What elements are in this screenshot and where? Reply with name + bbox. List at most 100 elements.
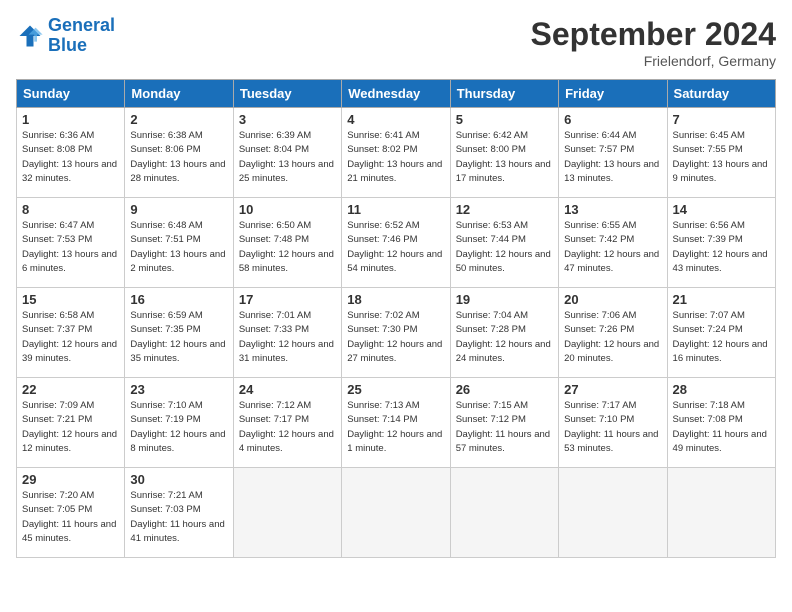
day-info: Sunrise: 6:45 AMSunset: 7:55 PMDaylight:…	[673, 129, 770, 186]
weekday-header-saturday: Saturday	[667, 80, 775, 108]
header: General Blue September 2024 Frielendorf,…	[16, 16, 776, 69]
day-info: Sunrise: 7:01 AMSunset: 7:33 PMDaylight:…	[239, 309, 336, 366]
calendar-cell	[667, 468, 775, 558]
calendar-cell: 18Sunrise: 7:02 AMSunset: 7:30 PMDayligh…	[342, 288, 450, 378]
day-info: Sunrise: 7:06 AMSunset: 7:26 PMDaylight:…	[564, 309, 661, 366]
calendar-cell: 2Sunrise: 6:38 AMSunset: 8:06 PMDaylight…	[125, 108, 233, 198]
day-number: 5	[456, 112, 553, 127]
day-number: 20	[564, 292, 661, 307]
month-title: September 2024	[531, 16, 776, 53]
day-number: 19	[456, 292, 553, 307]
day-info: Sunrise: 6:44 AMSunset: 7:57 PMDaylight:…	[564, 129, 661, 186]
calendar-cell: 20 Sunrise: 7:06 AMSunset: 7:26 PMDayligh…	[559, 288, 667, 378]
weekday-header-row: SundayMondayTuesdayWednesdayThursdayFrid…	[17, 80, 776, 108]
calendar-cell: 29Sunrise: 7:20 AMSunset: 7:05 PMDayligh…	[17, 468, 125, 558]
calendar-cell: 12Sunrise: 6:53 AMSunset: 7:44 PMDayligh…	[450, 198, 558, 288]
weekday-header-tuesday: Tuesday	[233, 80, 341, 108]
calendar: SundayMondayTuesdayWednesdayThursdayFrid…	[16, 79, 776, 558]
calendar-cell	[233, 468, 341, 558]
day-info: Sunrise: 6:53 AMSunset: 7:44 PMDaylight:…	[456, 219, 553, 276]
location-title: Frielendorf, Germany	[531, 53, 776, 69]
calendar-cell: 15Sunrise: 6:58 AMSunset: 7:37 PMDayligh…	[17, 288, 125, 378]
day-info: Sunrise: 6:55 AMSunset: 7:42 PMDaylight:…	[564, 219, 661, 276]
weekday-header-sunday: Sunday	[17, 80, 125, 108]
day-info: Sunrise: 7:12 AMSunset: 7:17 PMDaylight:…	[239, 399, 336, 456]
day-info: Sunrise: 7:09 AMSunset: 7:21 PMDaylight:…	[22, 399, 119, 456]
calendar-cell: 10 Sunrise: 6:50 AMSunset: 7:48 PMDayligh…	[233, 198, 341, 288]
weekday-header-friday: Friday	[559, 80, 667, 108]
logo: General Blue	[16, 16, 115, 56]
day-number: 24	[239, 382, 336, 397]
day-info: Sunrise: 6:58 AMSunset: 7:37 PMDaylight:…	[22, 309, 119, 366]
calendar-cell: 26Sunrise: 7:15 AMSunset: 7:12 PMDayligh…	[450, 378, 558, 468]
calendar-cell: 21 Sunrise: 7:07 AMSunset: 7:24 PMDayligh…	[667, 288, 775, 378]
day-info: Sunrise: 6:50 AMSunset: 7:48 PMDaylight:…	[239, 219, 336, 276]
calendar-cell: 23 Sunrise: 7:10 AMSunset: 7:19 PMDayligh…	[125, 378, 233, 468]
day-info: Sunrise: 6:52 AMSunset: 7:46 PMDaylight:…	[347, 219, 444, 276]
day-info: Sunrise: 6:42 AMSunset: 8:00 PMDaylight:…	[456, 129, 553, 186]
logo-icon	[16, 22, 44, 50]
calendar-cell: 24 Sunrise: 7:12 AMSunset: 7:17 PMDayligh…	[233, 378, 341, 468]
week-row-2: 15Sunrise: 6:58 AMSunset: 7:37 PMDayligh…	[17, 288, 776, 378]
title-area: September 2024 Frielendorf, Germany	[531, 16, 776, 69]
calendar-cell	[450, 468, 558, 558]
day-number: 7	[673, 112, 770, 127]
day-info: Sunrise: 6:36 AMSunset: 8:08 PMDaylight:…	[22, 129, 119, 186]
week-row-0: 1 Sunrise: 6:36 AMSunset: 8:08 PMDaylight…	[17, 108, 776, 198]
calendar-cell: 22Sunrise: 7:09 AMSunset: 7:21 PMDayligh…	[17, 378, 125, 468]
calendar-cell: 3 Sunrise: 6:39 AMSunset: 8:04 PMDaylight…	[233, 108, 341, 198]
day-info: Sunrise: 7:07 AMSunset: 7:24 PMDaylight:…	[673, 309, 770, 366]
calendar-cell: 13 Sunrise: 6:55 AMSunset: 7:42 PMDayligh…	[559, 198, 667, 288]
day-info: Sunrise: 6:59 AMSunset: 7:35 PMDaylight:…	[130, 309, 227, 366]
day-number: 16	[130, 292, 227, 307]
day-info: Sunrise: 7:04 AMSunset: 7:28 PMDaylight:…	[456, 309, 553, 366]
calendar-cell: 17Sunrise: 7:01 AMSunset: 7:33 PMDayligh…	[233, 288, 341, 378]
calendar-cell	[559, 468, 667, 558]
day-number: 14	[673, 202, 770, 217]
day-number: 2	[130, 112, 227, 127]
day-number: 10	[239, 202, 336, 217]
day-number: 8	[22, 202, 119, 217]
day-number: 6	[564, 112, 661, 127]
calendar-cell: 27 Sunrise: 7:17 AMSunset: 7:10 PMDayligh…	[559, 378, 667, 468]
week-row-3: 22Sunrise: 7:09 AMSunset: 7:21 PMDayligh…	[17, 378, 776, 468]
day-info: Sunrise: 7:18 AMSunset: 7:08 PMDaylight:…	[673, 399, 770, 456]
calendar-cell: 1 Sunrise: 6:36 AMSunset: 8:08 PMDaylight…	[17, 108, 125, 198]
calendar-cell: 6 Sunrise: 6:44 AMSunset: 7:57 PMDaylight…	[559, 108, 667, 198]
calendar-cell: 19 Sunrise: 7:04 AMSunset: 7:28 PMDayligh…	[450, 288, 558, 378]
week-row-1: 8Sunrise: 6:47 AMSunset: 7:53 PMDaylight…	[17, 198, 776, 288]
weekday-header-monday: Monday	[125, 80, 233, 108]
day-number: 30	[130, 472, 227, 487]
calendar-cell: 5 Sunrise: 6:42 AMSunset: 8:00 PMDaylight…	[450, 108, 558, 198]
day-info: Sunrise: 7:10 AMSunset: 7:19 PMDaylight:…	[130, 399, 227, 456]
calendar-cell: 16 Sunrise: 6:59 AMSunset: 7:35 PMDayligh…	[125, 288, 233, 378]
day-number: 1	[22, 112, 119, 127]
day-info: Sunrise: 7:17 AMSunset: 7:10 PMDaylight:…	[564, 399, 661, 456]
day-info: Sunrise: 7:21 AMSunset: 7:03 PMDaylight:…	[130, 489, 227, 546]
day-info: Sunrise: 6:41 AMSunset: 8:02 PMDaylight:…	[347, 129, 444, 186]
day-number: 13	[564, 202, 661, 217]
day-number: 4	[347, 112, 444, 127]
day-number: 9	[130, 202, 227, 217]
week-row-4: 29Sunrise: 7:20 AMSunset: 7:05 PMDayligh…	[17, 468, 776, 558]
calendar-cell: 30 Sunrise: 7:21 AMSunset: 7:03 PMDayligh…	[125, 468, 233, 558]
day-number: 28	[673, 382, 770, 397]
day-info: Sunrise: 7:20 AMSunset: 7:05 PMDaylight:…	[22, 489, 119, 546]
calendar-cell: 9Sunrise: 6:48 AMSunset: 7:51 PMDaylight…	[125, 198, 233, 288]
day-number: 25	[347, 382, 444, 397]
calendar-cell	[342, 468, 450, 558]
calendar-cell: 4 Sunrise: 6:41 AMSunset: 8:02 PMDaylight…	[342, 108, 450, 198]
day-number: 23	[130, 382, 227, 397]
day-number: 21	[673, 292, 770, 307]
calendar-cell: 25 Sunrise: 7:13 AMSunset: 7:14 PMDayligh…	[342, 378, 450, 468]
calendar-cell: 28 Sunrise: 7:18 AMSunset: 7:08 PMDayligh…	[667, 378, 775, 468]
day-number: 11	[347, 202, 444, 217]
day-number: 18	[347, 292, 444, 307]
day-info: Sunrise: 6:56 AMSunset: 7:39 PMDaylight:…	[673, 219, 770, 276]
calendar-cell: 11 Sunrise: 6:52 AMSunset: 7:46 PMDayligh…	[342, 198, 450, 288]
day-number: 3	[239, 112, 336, 127]
day-info: Sunrise: 7:13 AMSunset: 7:14 PMDaylight:…	[347, 399, 444, 456]
weekday-header-wednesday: Wednesday	[342, 80, 450, 108]
day-info: Sunrise: 6:39 AMSunset: 8:04 PMDaylight:…	[239, 129, 336, 186]
day-number: 27	[564, 382, 661, 397]
